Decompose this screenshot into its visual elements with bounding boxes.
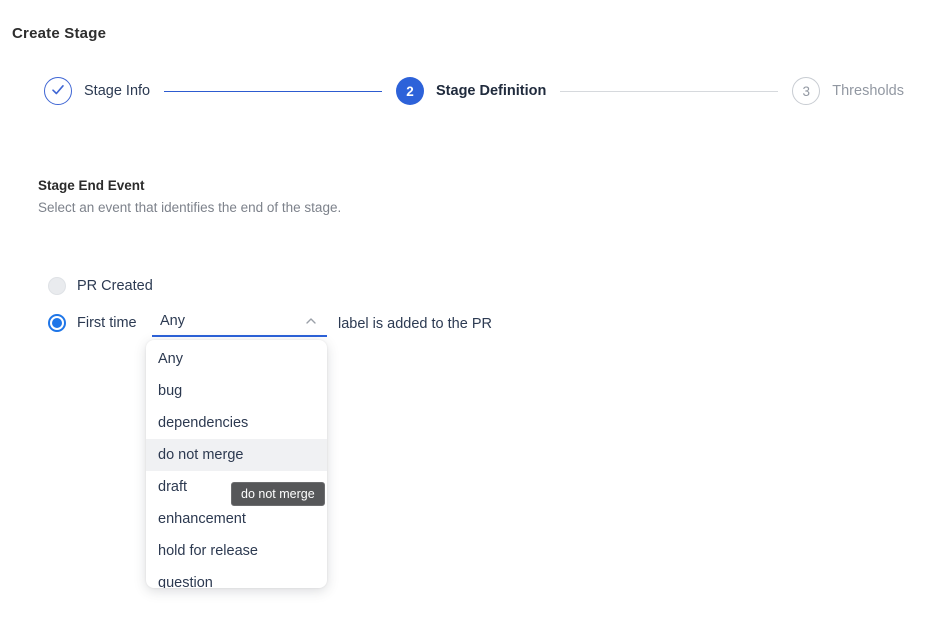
label-dropdown-menu: Any bug dependencies do not merge draft … [146, 340, 327, 588]
radio-pr-created[interactable] [48, 277, 66, 295]
section-description: Select an event that identifies the end … [38, 200, 341, 215]
stepper-connector-1 [164, 91, 382, 92]
step-stage-definition[interactable]: 2 Stage Definition [396, 77, 546, 105]
radio-first-time[interactable] [48, 314, 66, 332]
label-select-suffix-text: label is added to the PR [338, 316, 492, 332]
label-select-value: Any [160, 313, 185, 329]
radio-row-pr-created[interactable]: PR Created [48, 277, 153, 295]
section-heading: Stage End Event [38, 178, 145, 193]
option-tooltip: do not merge [231, 482, 325, 506]
dropdown-option-any[interactable]: Any [146, 343, 327, 375]
stepper-connector-2 [560, 91, 778, 92]
dropdown-option-enhancement[interactable]: enhancement [146, 503, 327, 535]
step-3-label: Thresholds [832, 83, 904, 99]
check-icon [51, 84, 65, 99]
page-title: Create Stage [12, 25, 106, 42]
create-stage-dialog: Create Stage Stage Info 2 Stage Definiti… [0, 0, 948, 619]
dropdown-option-hold-for-release[interactable]: hold for release [146, 535, 327, 567]
radio-row-first-time[interactable]: First time [48, 314, 137, 332]
dropdown-option-do-not-merge[interactable]: do not merge [146, 439, 327, 471]
step-2-indicator[interactable]: 2 [396, 77, 424, 105]
label-select-trigger[interactable]: Any [152, 308, 327, 337]
step-3-indicator: 3 [792, 77, 820, 105]
radio-pr-created-label: PR Created [77, 278, 153, 294]
wizard-stepper: Stage Info 2 Stage Definition 3 Threshol… [44, 77, 904, 105]
step-stage-info[interactable]: Stage Info [44, 77, 150, 105]
step-thresholds: 3 Thresholds [792, 77, 904, 105]
step-2-label: Stage Definition [436, 83, 546, 99]
dropdown-option-bug[interactable]: bug [146, 375, 327, 407]
dropdown-option-dependencies[interactable]: dependencies [146, 407, 327, 439]
step-1-indicator[interactable] [44, 77, 72, 105]
tooltip-text: do not merge [241, 487, 315, 501]
radio-first-time-label: First time [77, 315, 137, 331]
radio-dot [52, 318, 62, 328]
step-1-label: Stage Info [84, 83, 150, 99]
chevron-up-icon [305, 317, 317, 325]
dropdown-option-question[interactable]: question [146, 567, 327, 588]
